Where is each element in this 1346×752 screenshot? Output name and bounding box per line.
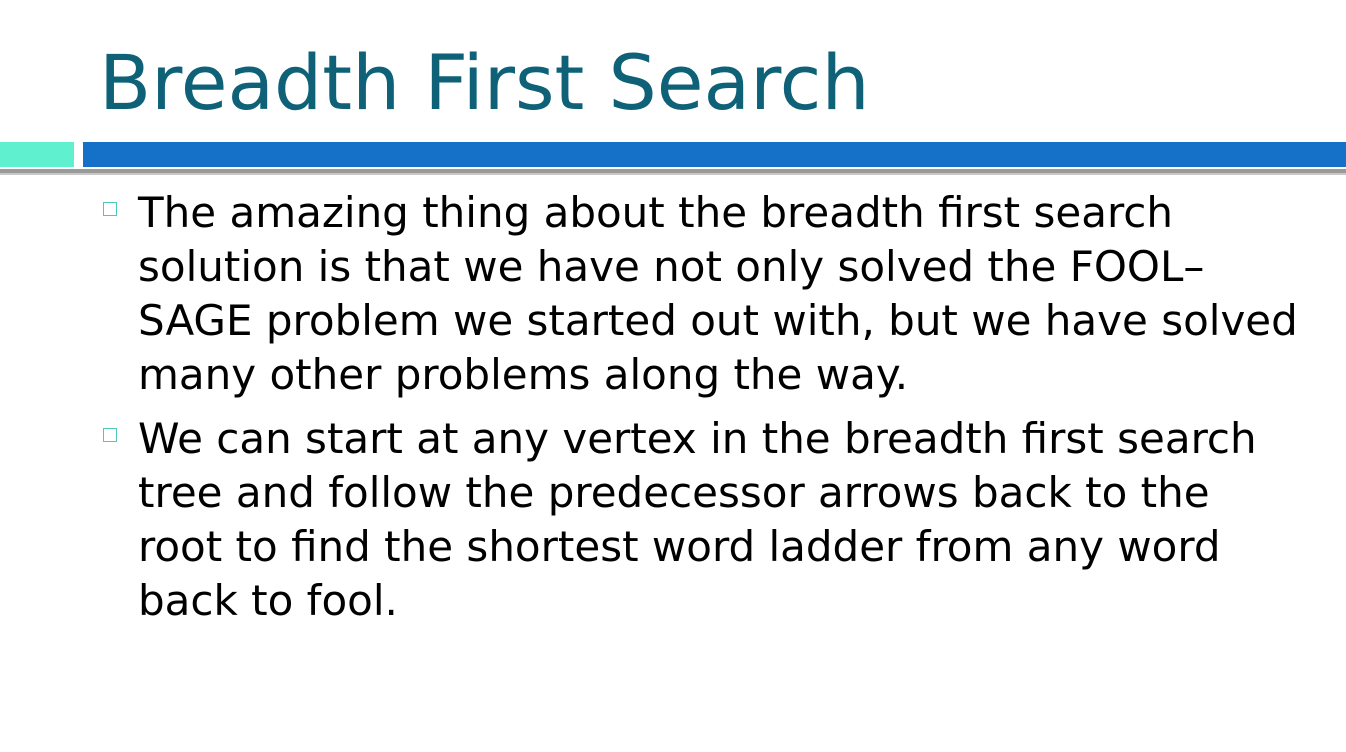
bullet-text: We can start at any vertex in the breadt… (138, 414, 1257, 625)
bullet-item: We can start at any vertex in the breadt… (0, 412, 1346, 628)
bullet-text: The amazing thing about the breadth firs… (138, 188, 1298, 399)
title-accent-bar (0, 142, 74, 167)
bullet-list: The amazing thing about the breadth firs… (0, 186, 1346, 638)
hollow-square-bullet-icon (103, 202, 117, 216)
bullet-item: The amazing thing about the breadth firs… (0, 186, 1346, 402)
title-divider-bar (83, 142, 1346, 167)
title-underline-shadow (0, 173, 1346, 175)
slide: Breadth First Search The amazing thing a… (0, 0, 1346, 752)
slide-title: Breadth First Search (99, 38, 870, 127)
hollow-square-bullet-icon (103, 428, 117, 442)
